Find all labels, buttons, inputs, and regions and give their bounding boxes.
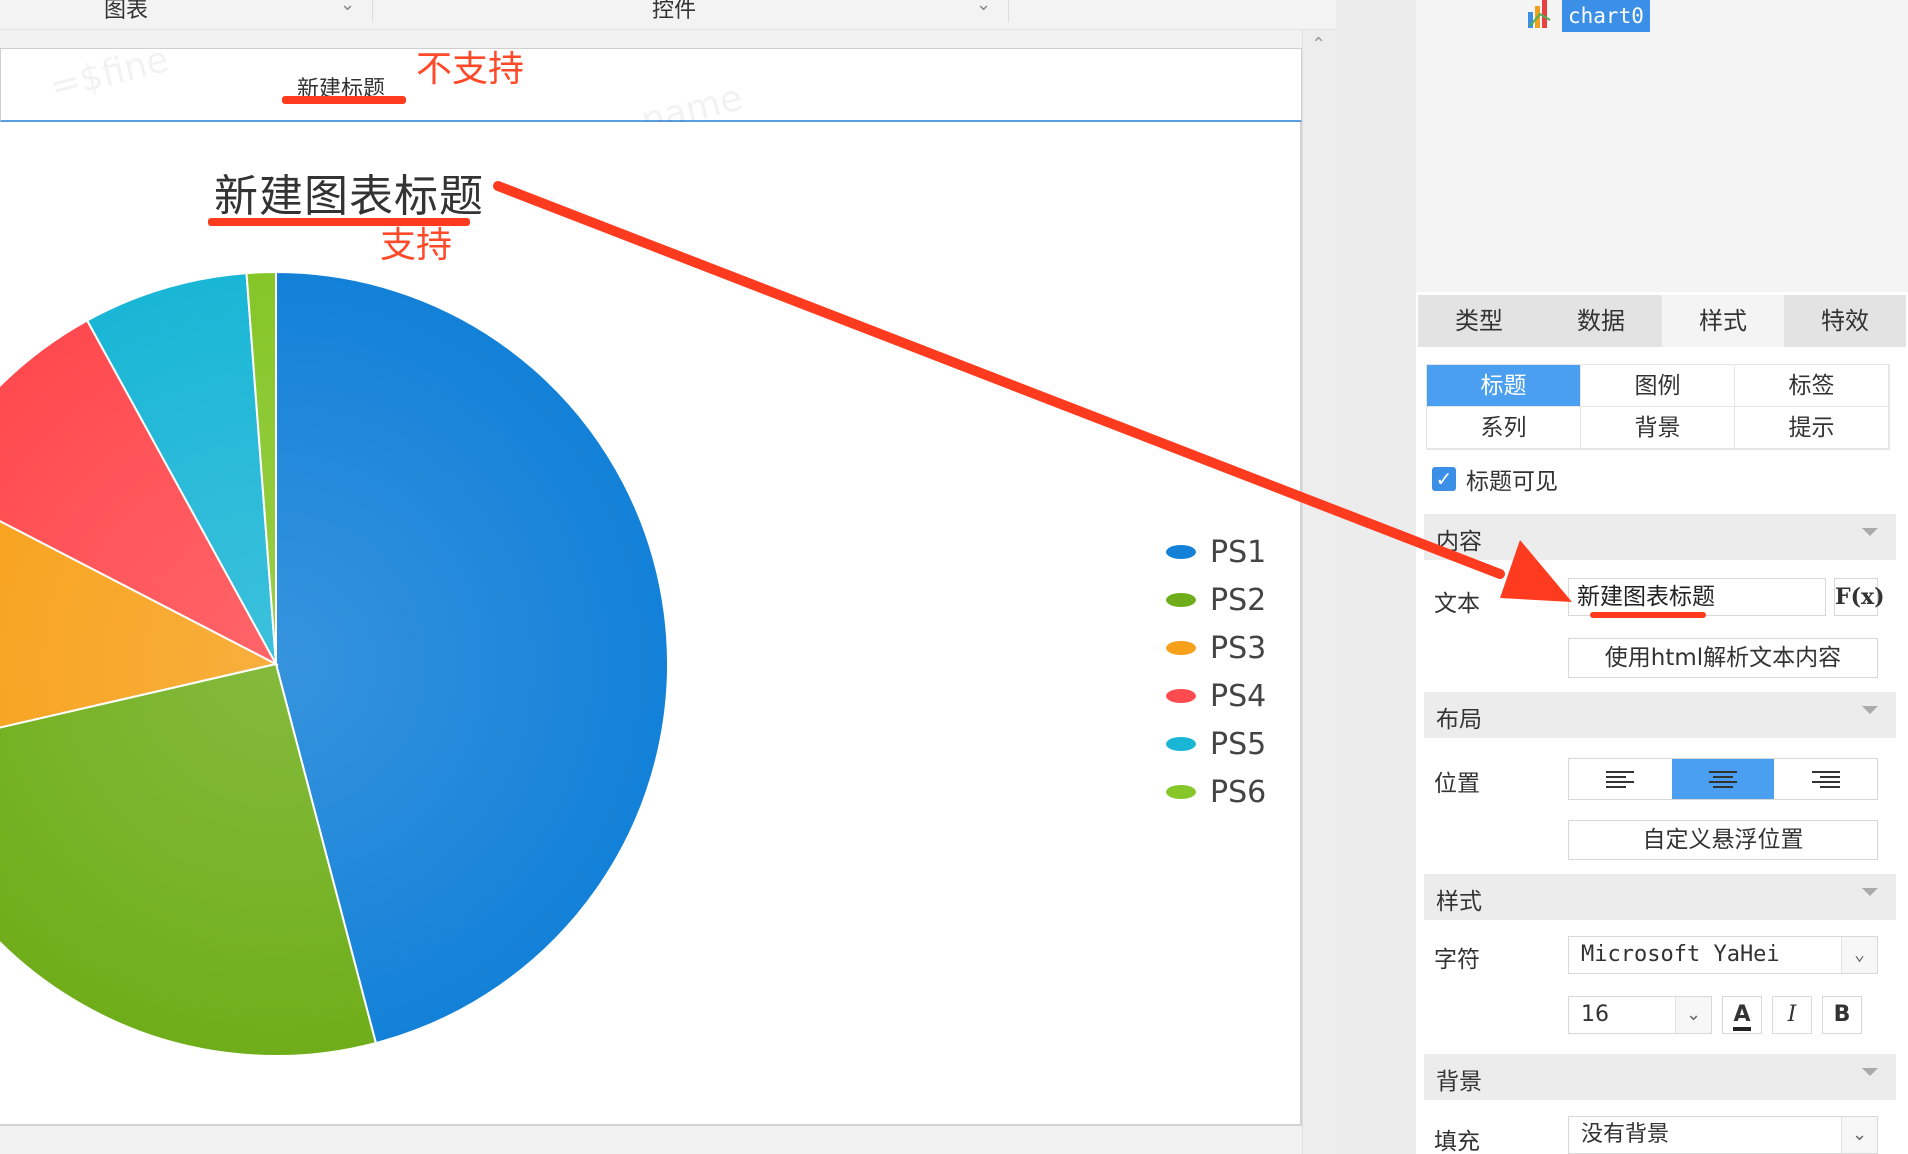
legend-marker-icon bbox=[1166, 737, 1196, 751]
legend-label: PS4 bbox=[1210, 678, 1267, 714]
section-style[interactable]: 样式 bbox=[1424, 874, 1896, 920]
chevron-down-icon[interactable]: ⌄ bbox=[1841, 1117, 1877, 1153]
annotation-underline bbox=[282, 96, 406, 104]
legend-marker-icon bbox=[1166, 689, 1196, 703]
chevron-down-icon[interactable]: ⌄ bbox=[1841, 937, 1877, 973]
toolbar-chart-dropdown[interactable]: 图表 bbox=[104, 0, 148, 24]
tree-node-chart0[interactable]: chart0 bbox=[1562, 0, 1650, 32]
font-color-button[interactable]: A bbox=[1722, 996, 1762, 1034]
pie-chart bbox=[0, 270, 669, 1057]
legend-marker-icon bbox=[1166, 785, 1196, 799]
collapse-arrow-icon[interactable] bbox=[1862, 528, 1878, 536]
section-style-label: 样式 bbox=[1436, 889, 1482, 915]
legend-label: PS1 bbox=[1210, 534, 1267, 570]
panel-gutter bbox=[1336, 0, 1416, 1154]
annotation-underline bbox=[208, 218, 470, 226]
font-color-icon: A bbox=[1733, 1003, 1751, 1031]
position-label: 位置 bbox=[1434, 771, 1480, 797]
vertical-scrollbar[interactable]: ⌃ bbox=[1302, 30, 1336, 1154]
subtab-tooltip[interactable]: 提示 bbox=[1735, 407, 1889, 449]
legend-label: PS6 bbox=[1210, 774, 1267, 810]
subtab-legend[interactable]: 图例 bbox=[1581, 365, 1735, 407]
legend-marker-icon bbox=[1166, 545, 1196, 559]
title-visible-checkbox[interactable]: ✓ bbox=[1432, 467, 1456, 491]
html-parse-button[interactable]: 使用html解析文本内容 bbox=[1568, 638, 1878, 678]
toolbar-divider bbox=[372, 0, 373, 22]
component-tree: chart0 bbox=[1416, 0, 1908, 292]
tab-style[interactable]: 样式 bbox=[1662, 295, 1784, 347]
toolbar-widget-dropdown[interactable]: 控件 bbox=[652, 0, 696, 24]
font-size-select[interactable]: 16 ⌄ bbox=[1568, 996, 1712, 1034]
fill-value: 没有背景 bbox=[1581, 1122, 1670, 1147]
title-visible-label: 标题可见 bbox=[1466, 469, 1558, 495]
tab-type[interactable]: 类型 bbox=[1418, 295, 1540, 347]
custom-float-position-button[interactable]: 自定义悬浮位置 bbox=[1568, 820, 1878, 860]
style-sub-tabs: 标题 图例 标签 系列 背景 提示 bbox=[1426, 364, 1890, 450]
legend-label: PS5 bbox=[1210, 726, 1267, 762]
align-center-button[interactable] bbox=[1671, 759, 1775, 799]
section-background-label: 背景 bbox=[1436, 1069, 1482, 1095]
collapse-arrow-icon[interactable] bbox=[1862, 888, 1878, 896]
legend-item-ps5[interactable]: PS5 bbox=[1166, 720, 1266, 768]
text-field-label: 文本 bbox=[1434, 591, 1480, 617]
chart-component-icon bbox=[1528, 0, 1551, 28]
top-toolbar: 图表 ⌄ 控件 ⌄ bbox=[0, 0, 1336, 30]
bold-button[interactable]: B bbox=[1822, 996, 1862, 1034]
property-panel: chart0 类型 数据 样式 特效 标题 图例 标签 系列 背景 提示 ✓ 标… bbox=[1416, 0, 1908, 1154]
collapse-arrow-icon[interactable] bbox=[1862, 706, 1878, 714]
title-visible-row: ✓ 标题可见 bbox=[1432, 462, 1558, 496]
title-text-input[interactable]: 新建图表标题 bbox=[1568, 578, 1826, 616]
legend-item-ps2[interactable]: PS2 bbox=[1166, 576, 1266, 624]
chart-legend: PS1 PS2 PS3 PS4 PS5 PS6 bbox=[1166, 528, 1266, 816]
alignment-group bbox=[1568, 758, 1878, 800]
align-right-icon bbox=[1811, 768, 1840, 791]
font-size-value: 16 bbox=[1581, 1002, 1609, 1027]
legend-item-ps3[interactable]: PS3 bbox=[1166, 624, 1266, 672]
subtab-background[interactable]: 背景 bbox=[1581, 407, 1735, 449]
chevron-down-icon[interactable]: ⌄ bbox=[976, 0, 991, 15]
align-right-button[interactable] bbox=[1774, 759, 1878, 799]
collapse-arrow-icon[interactable] bbox=[1862, 1068, 1878, 1076]
legend-item-ps6[interactable]: PS6 bbox=[1166, 768, 1266, 816]
legend-marker-icon bbox=[1166, 593, 1196, 607]
align-left-icon bbox=[1606, 768, 1635, 791]
subtab-title[interactable]: 标题 bbox=[1427, 365, 1581, 407]
annotation-not-supported: 不支持 bbox=[416, 49, 525, 90]
watermark: =$fine bbox=[45, 39, 173, 108]
annotation-underline bbox=[1590, 612, 1706, 618]
italic-button[interactable]: I bbox=[1772, 996, 1812, 1034]
chevron-down-icon[interactable]: ⌄ bbox=[340, 0, 355, 15]
section-content-label: 内容 bbox=[1436, 529, 1482, 555]
legend-marker-icon bbox=[1166, 641, 1196, 655]
section-layout-label: 布局 bbox=[1436, 707, 1482, 733]
tab-effects[interactable]: 特效 bbox=[1784, 295, 1906, 347]
subtab-series[interactable]: 系列 bbox=[1427, 407, 1581, 449]
fill-select[interactable]: 没有背景 ⌄ bbox=[1568, 1116, 1878, 1154]
font-label: 字符 bbox=[1434, 947, 1480, 973]
font-family-select[interactable]: Microsoft YaHei ⌄ bbox=[1568, 936, 1878, 974]
legend-label: PS3 bbox=[1210, 630, 1267, 666]
formula-button[interactable]: F(x) bbox=[1834, 578, 1885, 616]
legend-item-ps1[interactable]: PS1 bbox=[1166, 528, 1266, 576]
fill-label: 填充 bbox=[1434, 1129, 1480, 1154]
legend-label: PS2 bbox=[1210, 582, 1267, 618]
toolbar-divider bbox=[1008, 0, 1009, 22]
legend-item-ps4[interactable]: PS4 bbox=[1166, 672, 1266, 720]
main-tabs: 类型 数据 样式 特效 bbox=[1418, 295, 1906, 347]
tab-data[interactable]: 数据 bbox=[1540, 295, 1662, 347]
section-layout[interactable]: 布局 bbox=[1424, 692, 1896, 738]
font-family-value: Microsoft YaHei bbox=[1581, 942, 1780, 967]
chevron-down-icon[interactable]: ⌄ bbox=[1675, 997, 1711, 1033]
chevron-up-icon[interactable]: ⌃ bbox=[1311, 34, 1326, 55]
align-left-button[interactable] bbox=[1569, 759, 1672, 799]
align-center-icon bbox=[1709, 768, 1737, 791]
section-background[interactable]: 背景 bbox=[1424, 1054, 1896, 1100]
section-content[interactable]: 内容 bbox=[1424, 514, 1896, 560]
title-widget[interactable]: 新建标题 =$fine name bbox=[0, 39, 1302, 142]
subtab-label[interactable]: 标签 bbox=[1735, 365, 1889, 407]
